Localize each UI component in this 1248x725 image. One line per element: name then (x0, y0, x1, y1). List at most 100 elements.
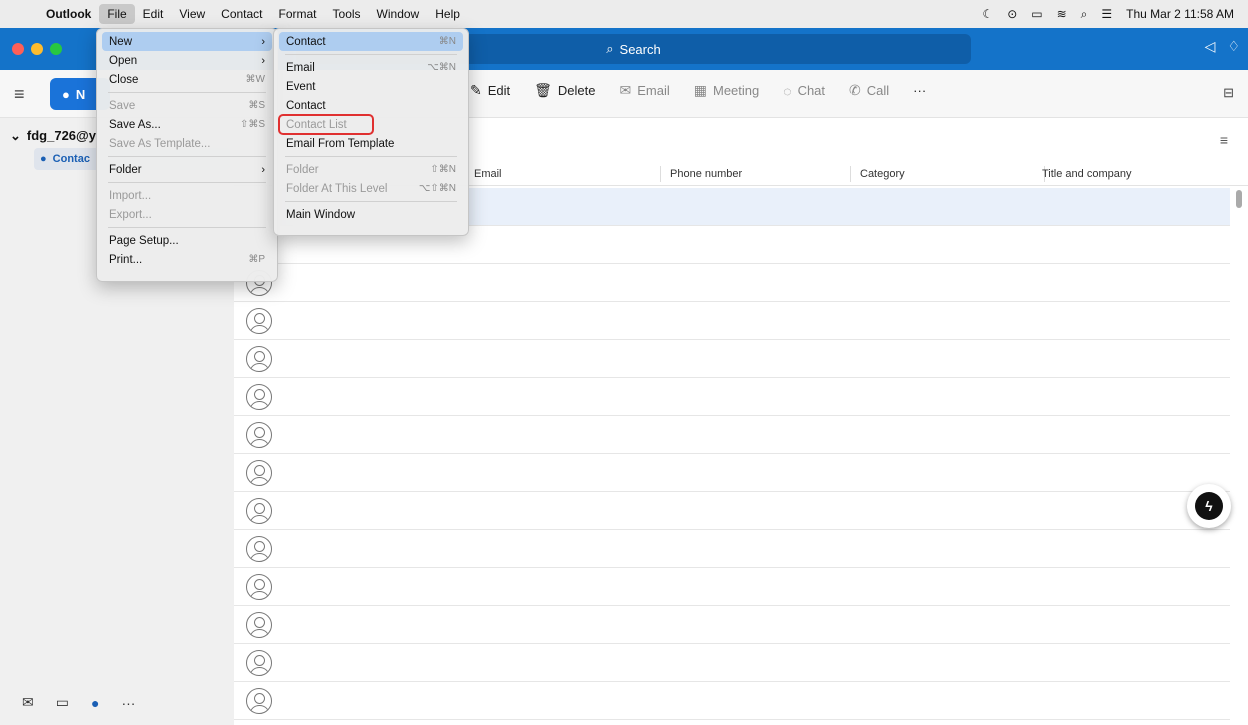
menu-item-open[interactable]: Open › (102, 51, 272, 70)
menu-contact[interactable]: Contact (213, 4, 270, 24)
scrollbar[interactable] (1236, 190, 1242, 208)
submenu-item-contact[interactable]: Contact ⌘N (279, 32, 463, 51)
chevron-right-icon: › (261, 163, 265, 176)
submenu-item-email-from-template[interactable]: Email From Template (279, 134, 463, 153)
column-phone[interactable]: Phone number (670, 168, 742, 180)
meeting-button[interactable]: ▦ Meeting (694, 82, 759, 99)
menu-app-outlook[interactable]: Outlook (38, 4, 99, 24)
chevron-down-icon: ⌄ (10, 128, 21, 143)
call-label: Call (866, 83, 890, 98)
account-header[interactable]: ⌄ fdg_726@y (10, 128, 96, 144)
status-area: ☾ ⊙ ▭ ≋ ⌕ ☰ Thu Mar 2 11:58 AM (982, 7, 1248, 22)
column-category[interactable]: Category (860, 168, 905, 180)
menu-edit[interactable]: Edit (135, 4, 172, 24)
avatar-icon (246, 611, 272, 638)
table-row[interactable] (234, 492, 1230, 530)
moon-icon[interactable]: ☾ (982, 7, 993, 21)
datetime[interactable]: Thu Mar 2 11:58 AM (1126, 7, 1234, 21)
table-row[interactable] (234, 606, 1230, 644)
new-button-label: N (75, 86, 86, 102)
table-row[interactable] (234, 378, 1230, 416)
wifi-icon[interactable]: ≋ (1057, 7, 1067, 21)
table-row[interactable] (234, 302, 1230, 340)
more-button[interactable]: ··· (913, 83, 926, 98)
menu-separator (285, 156, 457, 157)
menu-separator (108, 182, 266, 183)
avatar-icon (246, 649, 272, 676)
submenu-item-main-window[interactable]: Main Window (279, 205, 463, 224)
more-icon[interactable]: ··· (121, 695, 135, 711)
column-divider[interactable] (850, 166, 851, 182)
control-center-icon[interactable]: ☰ (1101, 7, 1112, 21)
play-icon[interactable]: ⊙ (1007, 7, 1017, 21)
bell-icon[interactable]: ♢ (1227, 38, 1240, 55)
menu-window[interactable]: Window (369, 4, 428, 24)
filter-icon[interactable]: ≡ (1220, 132, 1228, 148)
menu-item-page-setup[interactable]: Page Setup... (102, 231, 272, 250)
table-row[interactable] (234, 682, 1230, 720)
edit-label: Edit (487, 83, 511, 98)
submenu-item-contact-list[interactable]: Contact List (278, 114, 374, 135)
submenu-item-event[interactable]: Event (279, 77, 463, 96)
menu-item-label: Email From Template (286, 137, 395, 150)
column-email[interactable]: Email (474, 168, 502, 180)
messenger-bubble[interactable]: ϟ (1187, 484, 1231, 528)
menu-view[interactable]: View (171, 4, 213, 24)
reading-pane-icon[interactable]: ⊟ (1223, 85, 1234, 101)
menu-item-print[interactable]: Print... ⌘P (102, 250, 272, 269)
menu-item-label: Folder At This Level (286, 182, 388, 195)
menu-item-label: Event (286, 80, 316, 93)
menu-format[interactable]: Format (271, 4, 325, 24)
submenu-item-folder[interactable]: Folder ⇧⌘N (279, 160, 463, 179)
hamburger-menu-icon[interactable]: ≡ (14, 84, 25, 105)
menu-item-export[interactable]: Export... (102, 205, 272, 224)
table-row[interactable] (234, 530, 1230, 568)
delete-button[interactable]: 🗑 Delete (534, 82, 595, 99)
pencil-icon: ✎ (470, 82, 482, 98)
menu-item-new[interactable]: New › (102, 32, 272, 51)
menu-item-save-as-template[interactable]: Save As Template... (102, 134, 272, 153)
column-divider[interactable] (660, 166, 661, 182)
minimize-window-icon[interactable] (31, 43, 43, 55)
mail-icon[interactable]: ✉ (22, 694, 34, 711)
menu-item-close[interactable]: Close ⌘W (102, 70, 272, 89)
submenu-item-contact-2[interactable]: Contact (279, 96, 463, 115)
email-button[interactable]: ✉ Email (620, 82, 670, 99)
mail-icon: ✉ (619, 82, 632, 98)
submenu-item-email[interactable]: Email ⌥⌘N (279, 58, 463, 77)
account-name: fdg_726@y (26, 128, 96, 143)
people-icon[interactable]: ● (91, 695, 99, 711)
close-window-icon[interactable] (12, 43, 24, 55)
person-icon: ● (40, 153, 47, 165)
table-row[interactable] (234, 454, 1230, 492)
trash-icon: 🗑 (534, 82, 552, 98)
table-row[interactable] (234, 568, 1230, 606)
menu-item-import[interactable]: Import... (102, 186, 272, 205)
chat-button[interactable]: ◌ Chat (783, 83, 825, 99)
calendar-icon[interactable]: ▭ (56, 694, 69, 711)
menu-file[interactable]: File (99, 4, 135, 24)
battery-icon[interactable]: ▭ (1031, 7, 1042, 21)
chevron-right-icon: › (261, 35, 265, 48)
column-title-company[interactable]: Title and company (1042, 168, 1131, 180)
menu-tools[interactable]: Tools (325, 4, 369, 24)
menu-item-save[interactable]: Save ⌘S (102, 96, 272, 115)
search-label: Search (619, 41, 661, 57)
menu-item-save-as[interactable]: Save As... ⇧⌘S (102, 115, 272, 134)
table-row[interactable] (234, 644, 1230, 682)
call-button[interactable]: ✆ Call (849, 82, 889, 99)
menu-help[interactable]: Help (427, 4, 468, 24)
table-row[interactable] (234, 264, 1230, 302)
spotlight-icon[interactable]: ⌕ (1081, 7, 1088, 22)
table-row[interactable] (234, 416, 1230, 454)
shortcut-label: ⌥⇧⌘N (418, 183, 456, 194)
megaphone-icon[interactable]: ◁ (1205, 38, 1216, 55)
menu-item-folder[interactable]: Folder › (102, 160, 272, 179)
table-row[interactable] (234, 340, 1230, 378)
chevron-right-icon: › (261, 54, 265, 67)
zoom-window-icon[interactable] (50, 43, 62, 55)
menu-item-label: Email (286, 61, 315, 74)
edit-button[interactable]: ✎ Edit (470, 82, 510, 99)
menu-separator (285, 54, 457, 55)
submenu-item-folder-at-this-level[interactable]: Folder At This Level ⌥⇧⌘N (279, 179, 463, 198)
